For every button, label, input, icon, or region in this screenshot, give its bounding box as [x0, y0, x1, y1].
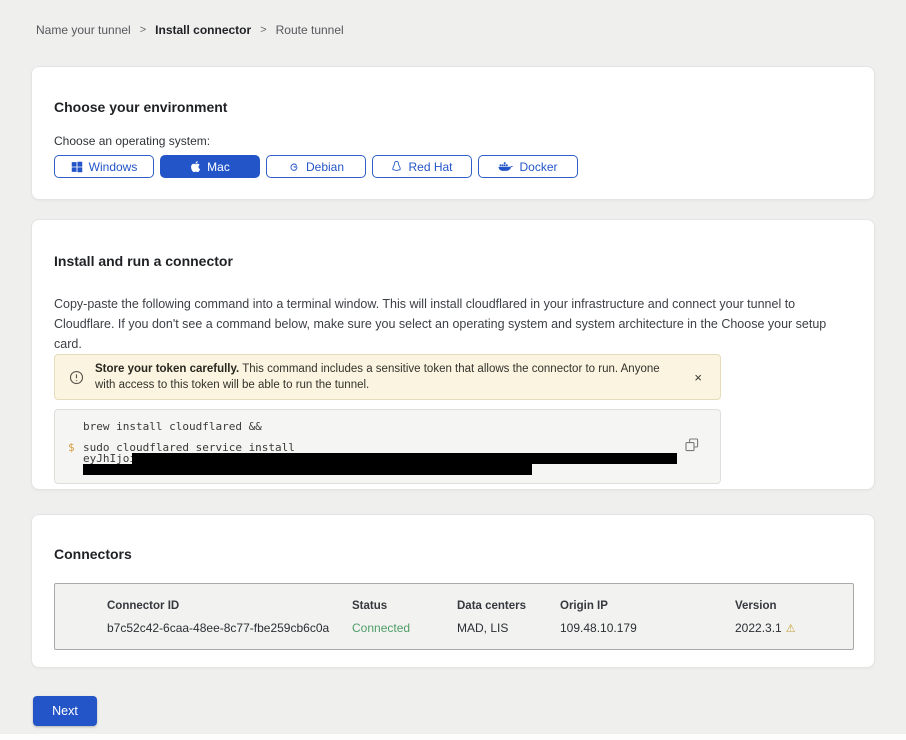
table-row: b7c52c42-6caa-48ee-8c77-fbe259cb6c0a Con… [107, 621, 853, 635]
header-connector-id: Connector ID [107, 600, 352, 612]
close-icon[interactable]: × [690, 369, 706, 386]
cell-version: 2022.3.1⚠ [735, 621, 853, 635]
os-button-debian[interactable]: Debian [266, 155, 366, 178]
os-select-label: Choose an operating system: [54, 134, 852, 148]
table-header-row: Connector ID Status Data centers Origin … [107, 600, 853, 612]
bottom-page-edge [0, 734, 906, 740]
token-warning-bold: Store your token carefully. [95, 363, 239, 375]
cell-status-connected: Connected [352, 621, 457, 635]
alert-circle-icon [69, 370, 84, 385]
breadcrumb-separator: > [260, 24, 266, 36]
breadcrumb-step-install-connector[interactable]: Install connector [155, 23, 251, 37]
token-warning-text: Store your token carefully. This command… [95, 361, 683, 393]
windows-icon [71, 161, 83, 173]
token-warning-banner: Store your token carefully. This command… [54, 354, 721, 400]
os-button-windows[interactable]: Windows [54, 155, 154, 178]
next-button[interactable]: Next [33, 696, 97, 726]
install-card-title: Install and run a connector [54, 253, 852, 269]
redacted-token-bar [132, 453, 677, 464]
os-button-redhat[interactable]: Red Hat [372, 155, 472, 178]
copy-icon[interactable] [683, 437, 701, 455]
connectors-table: Connector ID Status Data centers Origin … [54, 583, 854, 650]
environment-card-title: Choose your environment [54, 99, 852, 115]
os-button-label: Windows [89, 160, 138, 174]
breadcrumb-step-name-tunnel[interactable]: Name your tunnel [36, 23, 131, 37]
code-line-brew: brew install cloudflared && [83, 420, 262, 433]
os-button-label: Docker [519, 160, 557, 174]
breadcrumb: Name your tunnel > Install connector > R… [36, 23, 344, 37]
os-button-mac[interactable]: Mac [160, 155, 260, 178]
header-data-centers: Data centers [457, 600, 560, 612]
os-button-label: Debian [306, 160, 344, 174]
install-description: Copy-paste the following command into a … [54, 294, 849, 354]
version-warning-icon: ⚠ [786, 623, 796, 635]
header-origin-ip: Origin IP [560, 600, 735, 612]
redhat-linux-icon [391, 160, 402, 173]
debian-icon [288, 161, 300, 173]
os-button-label: Red Hat [408, 160, 452, 174]
cell-connector-id: b7c52c42-6caa-48ee-8c77-fbe259cb6c0a [107, 621, 352, 635]
breadcrumb-step-route-tunnel[interactable]: Route tunnel [276, 23, 344, 37]
header-version: Version [735, 600, 853, 612]
cell-origin-ip: 109.48.10.179 [560, 621, 735, 635]
shell-prompt: $ [68, 441, 75, 454]
os-button-docker[interactable]: Docker [478, 155, 578, 178]
redacted-token-bar [83, 464, 532, 475]
install-connector-card: Install and run a connector Copy-paste t… [31, 219, 875, 490]
header-status: Status [352, 600, 457, 612]
breadcrumb-separator: > [140, 24, 146, 36]
cell-data-centers: MAD, LIS [457, 621, 560, 635]
os-button-label: Mac [207, 160, 230, 174]
install-command-code-block: $ brew install cloudflared && sudo cloud… [54, 409, 721, 484]
os-button-group: Windows Mac Debian Red Hat [54, 155, 852, 178]
connectors-card: Connectors Connector ID Status Data cent… [31, 514, 875, 668]
apple-icon [190, 160, 201, 173]
environment-card: Choose your environment Choose an operat… [31, 66, 875, 200]
connectors-card-title: Connectors [54, 546, 852, 562]
docker-whale-icon [498, 161, 513, 172]
